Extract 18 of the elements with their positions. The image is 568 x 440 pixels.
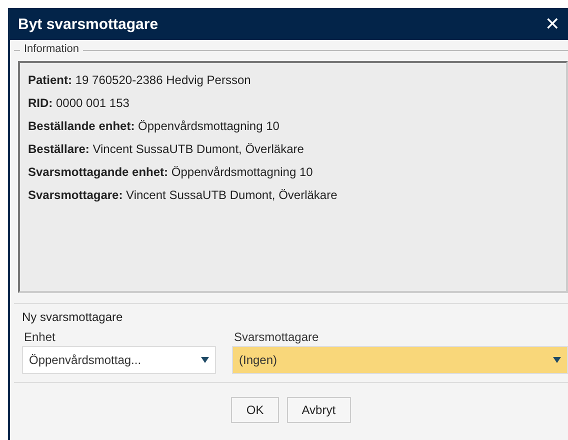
window-title: Byt svarsmottagare	[18, 16, 158, 32]
info-line: Patient: 19 760520-2386 Hedvig Persson	[28, 72, 252, 89]
info-line: Beställande enhet: Öppenvårdsmottagning 10	[28, 118, 280, 135]
dialog-button[interactable]: Avbryt	[286, 397, 351, 423]
caret-icon	[553, 357, 561, 363]
caret-icon	[201, 357, 209, 363]
section-legend: Information	[20, 43, 84, 55]
info-line: Svarsmottagare: Vincent SussaUTB Dumont, Överläkare	[28, 187, 338, 204]
dropdown-field[interactable]: Öppenvårdsmottag...	[22, 346, 216, 374]
info-line: Svarsmottagande enhet: Öppenvårdsmottagning 10	[28, 164, 314, 181]
field-label: Enhet	[23, 330, 56, 344]
dropdown-field[interactable]: (Ingen)	[232, 346, 568, 374]
info-line: Beställare: Vincent SussaUTB Dumont, Överläkare	[28, 141, 305, 158]
close-button[interactable]: ✕	[540, 14, 564, 34]
dialog-button[interactable]: OK	[231, 397, 279, 423]
section-legend: Ny svarsmottagare	[22, 310, 568, 324]
info-line: RID: 0000 001 153	[28, 95, 130, 112]
field-label: Svarsmottagare	[233, 330, 320, 344]
